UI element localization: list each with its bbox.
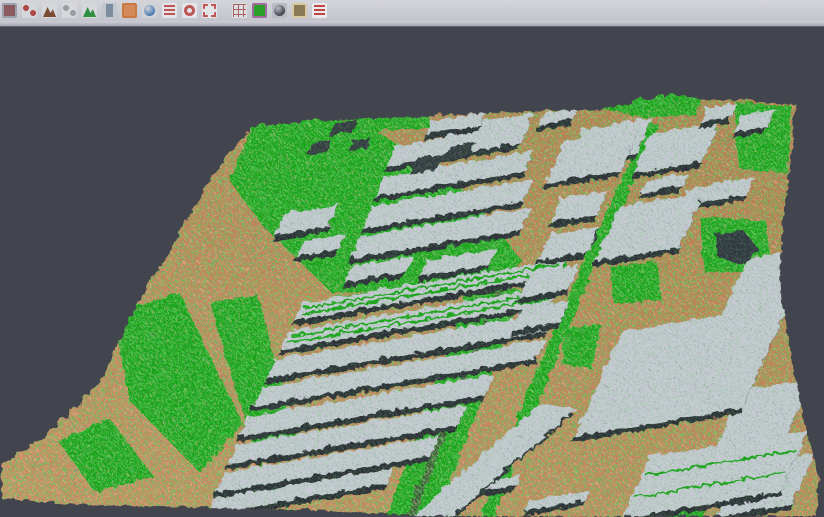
ortho-image-button[interactable]	[121, 2, 138, 19]
viewport-3d[interactable]	[0, 27, 824, 517]
elevation-map-button[interactable]	[291, 2, 308, 19]
tin-surface-button[interactable]	[81, 2, 98, 19]
open-file-button[interactable]	[1, 2, 18, 19]
dem-terrain-icon	[42, 3, 57, 18]
main-toolbar	[0, 0, 824, 21]
application-window	[0, 0, 824, 517]
terrain-group	[0, 27, 824, 517]
tin-surface-icon	[82, 3, 97, 18]
elevation-map-icon	[292, 3, 307, 18]
point-cloud-icon	[62, 3, 77, 18]
cross-section-button[interactable]	[161, 2, 178, 19]
noise-overlay-dark	[0, 27, 824, 517]
center-target-icon	[182, 3, 197, 18]
ortho-image-icon	[122, 3, 137, 18]
grid-select-icon	[232, 3, 247, 18]
shaded-sphere-icon	[272, 3, 287, 18]
zoom-extents-icon	[202, 3, 217, 18]
cross-section-icon	[162, 3, 177, 18]
point-cloud-button[interactable]	[61, 2, 78, 19]
profile-view-icon	[102, 3, 117, 18]
multi-view-button[interactable]	[21, 2, 38, 19]
classification-button[interactable]	[251, 2, 268, 19]
shaded-sphere-button[interactable]	[271, 2, 288, 19]
rotate-3d-button[interactable]	[141, 2, 158, 19]
open-file-icon	[2, 3, 17, 18]
multi-view-icon	[22, 3, 37, 18]
profile-view-button[interactable]	[101, 2, 118, 19]
center-target-button[interactable]	[181, 2, 198, 19]
zoom-extents-button[interactable]	[201, 2, 218, 19]
measure-button[interactable]	[311, 2, 328, 19]
grid-select-button[interactable]	[231, 2, 248, 19]
classification-icon	[252, 3, 267, 18]
measure-icon	[312, 3, 327, 18]
dem-terrain-button[interactable]	[41, 2, 58, 19]
rotate-3d-icon	[142, 3, 157, 18]
point-cloud-render	[0, 27, 824, 517]
